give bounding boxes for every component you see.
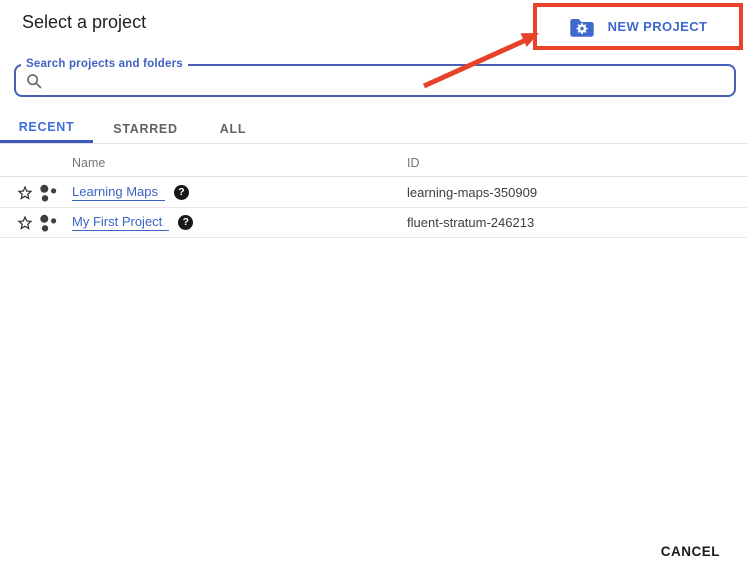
cancel-button[interactable]: CANCEL [655, 543, 726, 560]
help-icon[interactable]: ? [174, 185, 189, 200]
project-id: fluent-stratum-246213 [407, 208, 534, 237]
search-input[interactable] [49, 72, 725, 90]
star-toggle-icon[interactable] [16, 214, 34, 232]
help-icon[interactable]: ? [178, 215, 193, 230]
project-link[interactable]: My First Project [72, 214, 169, 231]
table-row[interactable]: My First Project ? fluent-stratum-246213 [0, 208, 747, 238]
annotation-highlight-box: NEW PROJECT [533, 3, 743, 50]
new-project-label: NEW PROJECT [608, 19, 708, 34]
page-title: Select a project [22, 12, 146, 33]
column-header-name: Name [72, 150, 105, 177]
column-header-id: ID [407, 150, 420, 177]
search-icon [25, 72, 43, 90]
project-id: learning-maps-350909 [407, 178, 537, 207]
new-project-button[interactable]: NEW PROJECT [563, 13, 714, 41]
project-link[interactable]: Learning Maps [72, 184, 165, 201]
star-toggle-icon[interactable] [16, 184, 34, 202]
tab-bar: RECENT STARRED ALL [0, 114, 747, 144]
tab-all[interactable]: ALL [198, 114, 268, 143]
tab-starred[interactable]: STARRED [93, 114, 198, 143]
project-dots-icon [38, 213, 58, 233]
search-field-label: Search projects and folders [21, 58, 188, 70]
new-project-folder-gear-icon [569, 16, 595, 38]
tab-recent[interactable]: RECENT [0, 114, 93, 143]
table-header: Name ID [0, 150, 747, 177]
table-row[interactable]: Learning Maps ? learning-maps-350909 [0, 178, 747, 208]
project-dots-icon [38, 183, 58, 203]
